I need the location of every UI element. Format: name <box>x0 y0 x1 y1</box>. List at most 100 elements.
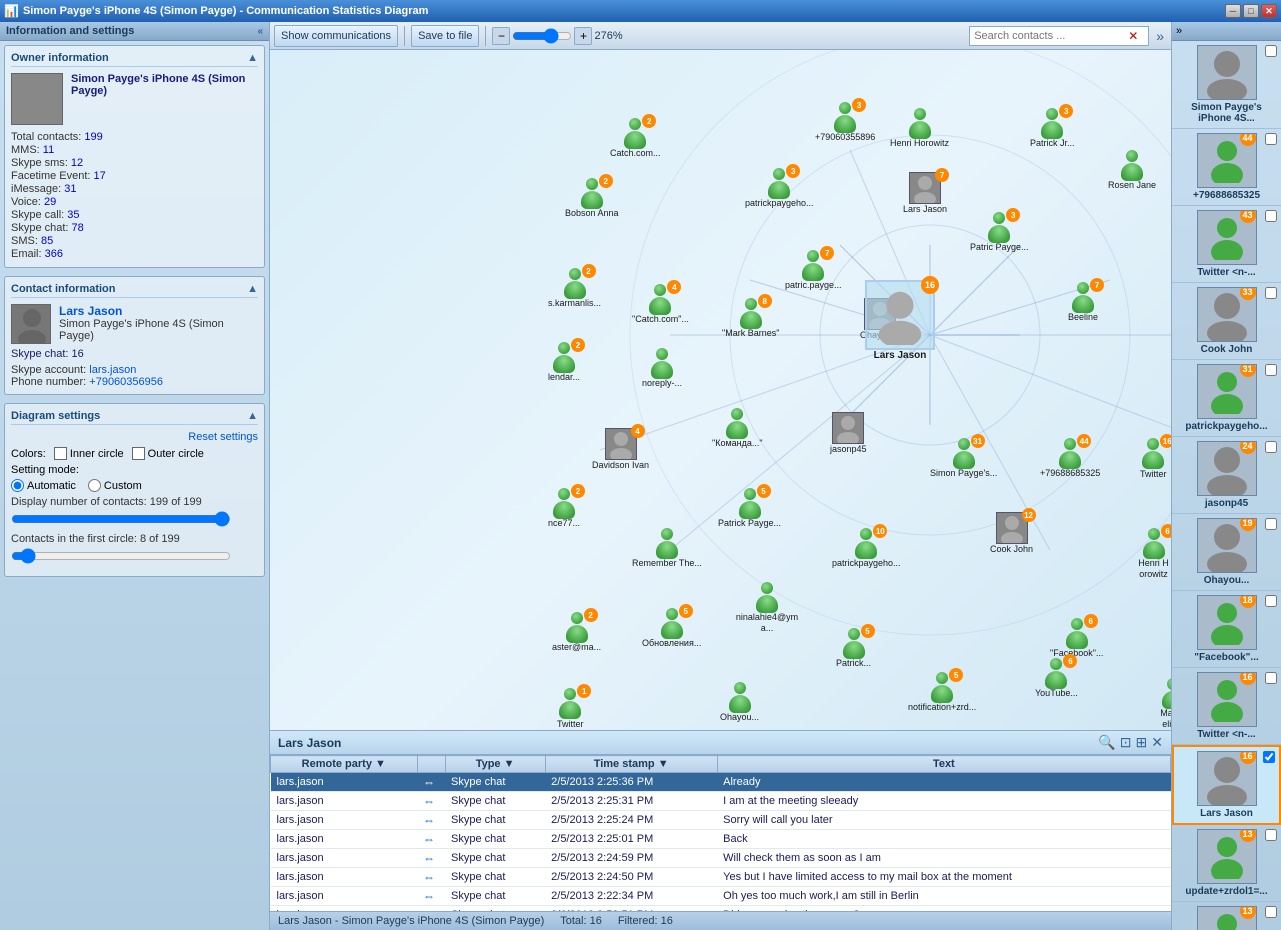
col-type[interactable]: Type ▼ <box>445 756 545 773</box>
diagram-node[interactable]: 5 Patrick Payge... <box>718 488 781 529</box>
diagram-node[interactable]: 10 patrickpaygeho... <box>832 528 901 569</box>
right-panel-item[interactable]: 43Twitter <n-... <box>1172 206 1281 283</box>
right-item-checkbox[interactable] <box>1265 518 1277 530</box>
right-item-checkbox[interactable] <box>1265 45 1277 57</box>
diagram-node[interactable]: 12 Cook John <box>990 512 1033 555</box>
diagram-node[interactable]: 2 nce77... <box>548 488 580 529</box>
table-row[interactable]: lars.jason ⇔ Skype chat 2/5/2013 2:25:36… <box>271 773 1171 792</box>
col-timestamp[interactable]: Time stamp ▼ <box>545 756 717 773</box>
diagram-node[interactable]: Remember The... <box>632 528 702 569</box>
first-circle-slider[interactable] <box>11 549 231 563</box>
expand-right-button[interactable]: » <box>1153 28 1167 44</box>
diagram-node[interactable]: 44 +79688685325 <box>1040 438 1100 479</box>
right-item-checkbox[interactable] <box>1265 595 1277 607</box>
right-panel-item[interactable]: 13update+zrdol1=... <box>1172 825 1281 902</box>
diagram-node[interactable]: 2 Bobson Anna <box>565 178 619 219</box>
diagram-node[interactable]: 6 Henri Horowitz <box>1136 528 1171 580</box>
automatic-radio[interactable]: Automatic <box>11 479 76 492</box>
right-expand-btn[interactable]: » <box>1176 25 1182 37</box>
right-panel-item[interactable]: 33Cook John <box>1172 283 1281 360</box>
phone-value[interactable]: +79060356956 <box>89 376 163 388</box>
right-item-checkbox[interactable] <box>1265 364 1277 376</box>
diagram-node[interactable]: Ohayou... <box>720 682 759 723</box>
diagram-node[interactable]: 7 Lars Jason <box>903 172 947 215</box>
table-row[interactable]: lars.jason ⇔ Skype chat 2/5/2013 2:25:24… <box>271 811 1171 830</box>
diagram-node[interactable]: 3 Patrick Jr... <box>1030 108 1075 149</box>
right-item-checkbox[interactable] <box>1265 441 1277 453</box>
diagram-node[interactable]: 3 +79060355896 <box>815 102 875 143</box>
col-dir[interactable] <box>417 756 445 773</box>
diagram-node[interactable]: 6 YouTube... <box>1035 658 1078 699</box>
diagram-node[interactable]: jasonp45 <box>830 412 867 455</box>
diagram-node[interactable]: 2 lendar... <box>548 342 580 383</box>
diagram-node[interactable]: 5 Обновления... <box>642 608 701 649</box>
maximize-button[interactable]: □ <box>1243 4 1259 18</box>
right-item-checkbox[interactable] <box>1265 829 1277 841</box>
diagram-node[interactable]: 3 Patric Payge... <box>970 212 1029 253</box>
diagram-node[interactable]: Rosen Jane <box>1108 150 1156 191</box>
right-item-checkbox[interactable] <box>1263 751 1275 763</box>
right-panel-item[interactable]: 31patrickpaygeho... <box>1172 360 1281 437</box>
diagram-node[interactable]: 2 aster@ma... <box>552 612 601 653</box>
col-text[interactable]: Text <box>717 756 1170 773</box>
zoom-minus-button[interactable]: − <box>492 27 510 45</box>
diagram-node[interactable]: 4 Davidson Ivan <box>592 428 649 471</box>
diagram-collapse-btn[interactable]: ▲ <box>247 410 258 422</box>
panel-collapse-button[interactable]: « <box>257 26 263 37</box>
right-item-checkbox[interactable] <box>1265 906 1277 918</box>
close-button[interactable]: ✕ <box>1261 4 1277 18</box>
diagram-node[interactable]: 8 "Mark Barnes" <box>722 298 779 339</box>
diagram-node[interactable]: 7 patric.payge... <box>785 250 842 291</box>
contact-name[interactable]: Lars Jason <box>59 304 258 318</box>
right-item-checkbox[interactable] <box>1265 287 1277 299</box>
diagram-node[interactable]: 4 "Catch.com"... <box>632 284 689 325</box>
diagram-node[interactable]: ninalahie4@yma... <box>732 582 802 634</box>
diagram-node[interactable]: 2 Mail Delivery... <box>1160 678 1171 730</box>
contacts-slider[interactable] <box>11 512 231 526</box>
diagram-node[interactable]: "Команда..." <box>712 408 763 449</box>
bottom-close-button[interactable]: ✕ <box>1151 734 1163 751</box>
table-row[interactable]: lars.jason ⇔ Skype chat 2/5/2013 2:22:34… <box>271 887 1171 906</box>
inner-circle-check[interactable] <box>54 447 67 460</box>
zoom-plus-button[interactable]: + <box>574 27 592 45</box>
right-panel-item[interactable]: 13"Facebook"... <box>1172 902 1281 930</box>
inner-circle-checkbox[interactable]: Inner circle <box>54 447 124 460</box>
table-row[interactable]: lars.jason ⇔ Skype chat 2/5/2013 2:25:01… <box>271 830 1171 849</box>
bottom-icon-1[interactable]: 🔍 <box>1098 734 1115 751</box>
outer-circle-check[interactable] <box>132 447 145 460</box>
search-input[interactable] <box>970 29 1125 43</box>
contact-collapse-btn[interactable]: ▲ <box>247 283 258 295</box>
diagram-node[interactable]: 5 Patrick... <box>836 628 871 669</box>
outer-circle-checkbox[interactable]: Outer circle <box>132 447 204 460</box>
custom-radio[interactable]: Custom <box>88 479 142 492</box>
right-panel-item[interactable]: Simon Payge's iPhone 4S... <box>1172 41 1281 129</box>
center-node[interactable]: 16 Lars Jason <box>865 280 935 362</box>
diagram-node[interactable]: 6 "Facebook"... <box>1050 618 1103 659</box>
col-remote-party[interactable]: Remote party ▼ <box>271 756 418 773</box>
save-to-file-button[interactable]: Save to file <box>411 25 479 47</box>
messages-table-container[interactable]: Remote party ▼ Type ▼ Time stamp ▼ Text … <box>270 755 1171 911</box>
minimize-button[interactable]: ─ <box>1225 4 1241 18</box>
search-clear-button[interactable]: ✕ <box>1125 29 1141 43</box>
right-item-checkbox[interactable] <box>1265 210 1277 222</box>
diagram-node[interactable]: Henri Horowitz <box>890 108 949 149</box>
bottom-icon-2[interactable]: ⊡ <box>1120 734 1132 751</box>
diagram-node[interactable]: noreply-... <box>642 348 682 389</box>
table-row[interactable]: lars.jason ⇔ Skype chat 2/5/2013 2:25:31… <box>271 792 1171 811</box>
diagram-node[interactable]: 1 Twitter <box>557 688 584 730</box>
right-panel-item[interactable]: 19Ohayou... <box>1172 514 1281 591</box>
skype-account-value[interactable]: lars.jason <box>89 364 136 376</box>
right-item-checkbox[interactable] <box>1265 672 1277 684</box>
table-row[interactable]: lars.jason ⇔ Skype chat 2/5/2013 2:24:50… <box>271 868 1171 887</box>
diagram-node[interactable]: 2 Catch.com... <box>610 118 661 159</box>
bottom-icon-3[interactable]: ⊞ <box>1136 734 1148 751</box>
right-panel-item[interactable]: 16Lars Jason <box>1172 745 1281 825</box>
diagram-node[interactable]: 31 Simon Payge's... <box>930 438 997 479</box>
zoom-slider[interactable] <box>512 30 572 42</box>
right-panel-item[interactable]: 18"Facebook"... <box>1172 591 1281 668</box>
reset-settings-link[interactable]: Reset settings <box>11 431 258 443</box>
diagram-node[interactable]: 2 s.karmanlis... <box>548 268 601 309</box>
diagram-node[interactable]: 7 Beeline <box>1068 282 1098 323</box>
show-communications-button[interactable]: Show communications <box>274 25 398 47</box>
diagram-node[interactable]: 5 notification+zrd... <box>908 672 976 713</box>
